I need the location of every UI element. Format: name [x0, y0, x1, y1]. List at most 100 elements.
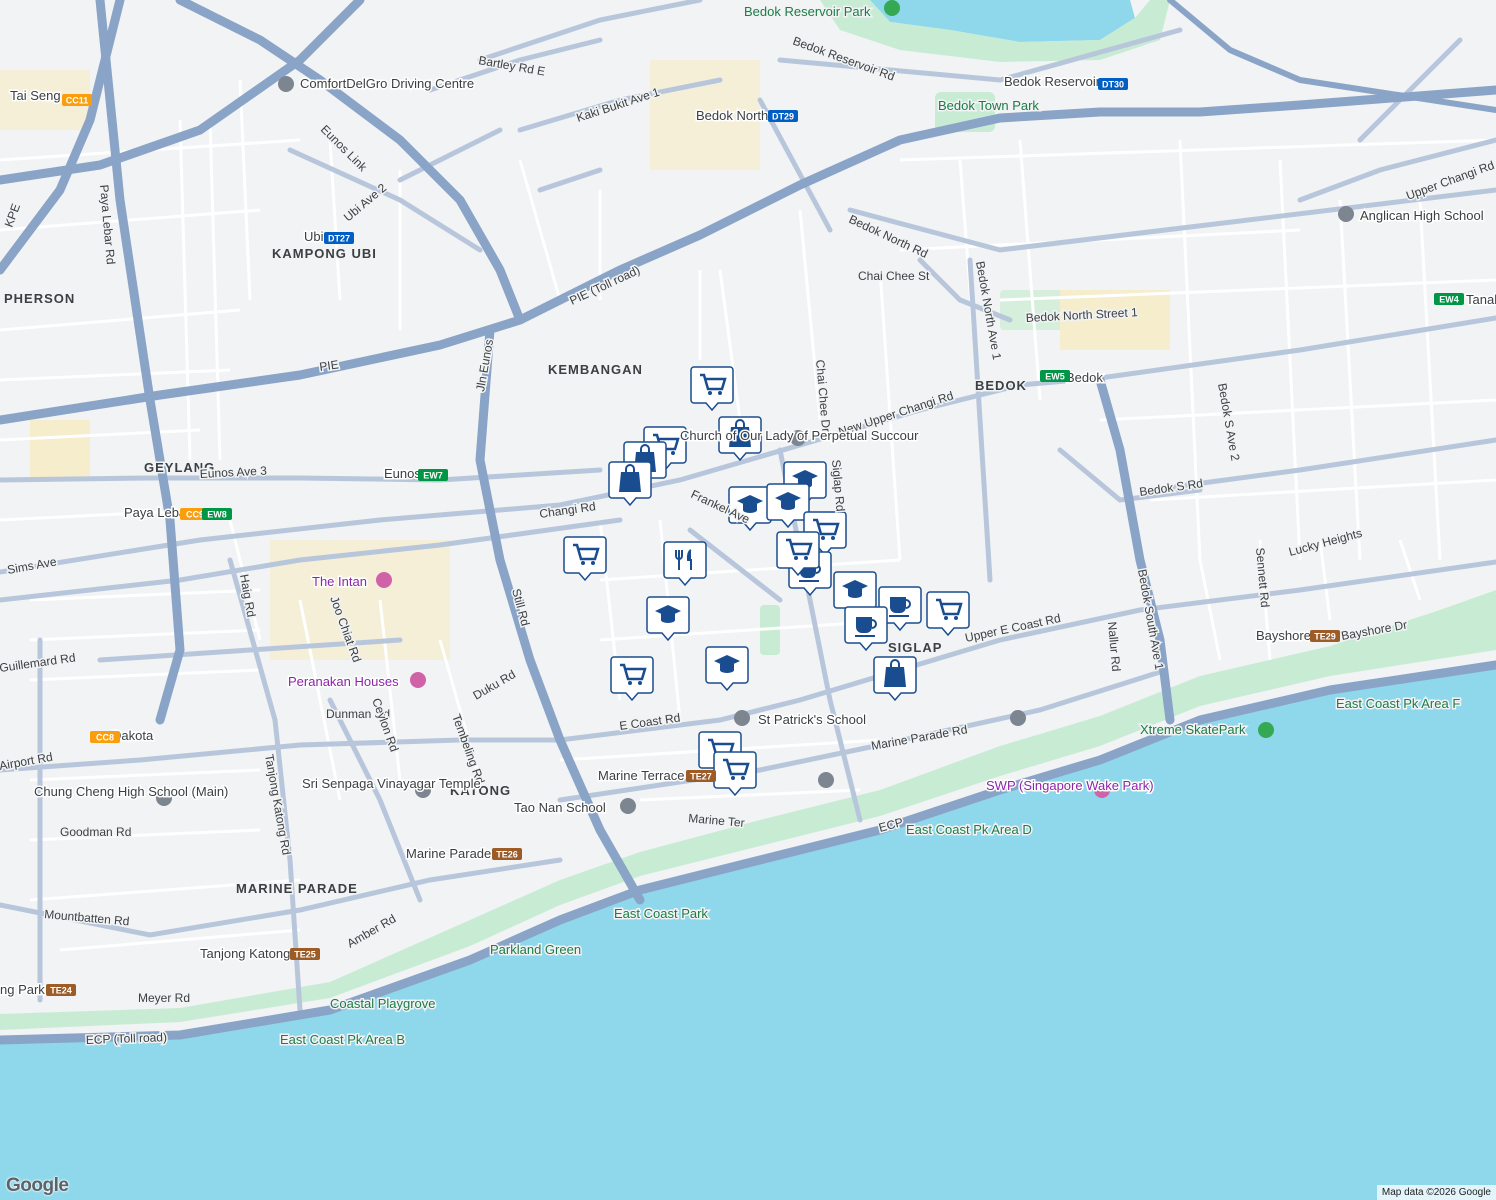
road-label: Kaki Bukit Ave 1 [575, 85, 662, 125]
park-label: Bedok Town Park [938, 98, 1039, 113]
worship-label: Sri Senpaga Vinayagar Temple [302, 776, 481, 791]
coffee-icon [844, 606, 888, 651]
park-label: East Coast Pk Area F [1336, 696, 1460, 711]
school-icon [1010, 710, 1026, 726]
road-label: Changi Rd [538, 499, 596, 521]
park-label: Coastal Playgrove [330, 996, 436, 1011]
school-icon [734, 710, 750, 726]
school-icon [766, 483, 810, 528]
attraction-label: Peranakan Houses [288, 674, 399, 689]
park-label: East Coast Pk Area D [906, 822, 1032, 837]
road-label: Goodman Rd [60, 825, 131, 839]
park-label: East Coast Park [614, 906, 708, 921]
mrt-code: TE27 [690, 772, 712, 782]
mrt-code: TE25 [294, 950, 316, 960]
bag-icon [873, 656, 917, 701]
mrt-code: TE29 [1314, 632, 1336, 642]
road-label: KPE [2, 202, 23, 229]
school-icon [818, 772, 834, 788]
road-label: Chai Chee St [858, 269, 930, 283]
mrt-code: EW7 [423, 471, 443, 481]
mrt-code: EW4 [1439, 295, 1459, 305]
road-label: PIE [318, 357, 339, 374]
school-icon [620, 798, 636, 814]
mrt-code: CC9 [186, 510, 204, 520]
area-label: PHERSON [4, 291, 75, 306]
road-label: Mountbatten Rd [44, 907, 130, 928]
park-label: Parkland Green [490, 942, 581, 957]
road-label: Meyer Rd [138, 991, 190, 1005]
station-label: Tai Seng [10, 88, 61, 103]
mrt-code: DT30 [1102, 80, 1124, 90]
station-label: Eunos [384, 466, 421, 481]
road-label: Marine Parade Rd [870, 722, 968, 753]
school-label: St Patrick's School [758, 712, 866, 727]
road-label: Sennett Rd [1253, 547, 1272, 608]
station-label: Bayshore [1256, 628, 1311, 643]
road-label: Marine Ter [688, 811, 745, 830]
station-label: ng Park [0, 982, 45, 997]
road-label: Bedok S Ave 2 [1215, 382, 1242, 462]
area-label: MARINE PARADE [236, 881, 358, 896]
worship-label: Church of Our Lady of Perpetual Succour [680, 428, 919, 443]
station-label: Tanjong Katong [200, 946, 290, 961]
station-label: Bedok North [696, 108, 768, 123]
map-canvas[interactable]: KEMBANGANGEYLANGKATONGMARINE PARADEKAMPO… [0, 0, 1496, 1200]
cart-icon [563, 536, 607, 581]
bag-icon [608, 461, 652, 506]
area-label: BEDOK [975, 378, 1027, 393]
road-label: Jln Eunos [473, 338, 496, 392]
sea-area [0, 665, 1496, 1200]
road-label: Ubi Ave 2 [341, 180, 389, 224]
fork-knife-icon [663, 541, 707, 586]
road-label: ECP (Toll road) [86, 1030, 168, 1047]
cart-icon [690, 366, 734, 411]
cart-icon [776, 531, 820, 576]
paya-lebar-road [95, 0, 185, 725]
mrt-code: EW5 [1045, 372, 1065, 382]
school-label: Chung Cheng High School (Main) [34, 784, 228, 799]
attraction-icon [410, 672, 426, 688]
poi-label: ComfortDelGro Driving Centre [300, 76, 474, 91]
road-label: Siglap Rd [829, 459, 847, 512]
road-label: Duku Rd [471, 667, 518, 702]
school-icon [646, 596, 690, 641]
park-icon [1258, 722, 1274, 738]
cart-icon [713, 751, 757, 796]
road-label: Chai Chee Dr [813, 359, 833, 433]
road-label: Bedok South Ave 1 [1135, 568, 1167, 671]
mrt-code: EW8 [207, 510, 227, 520]
station-label: Ubi [304, 229, 324, 244]
road-label: Sims Ave [6, 554, 58, 576]
road-label: Amber Rd [345, 911, 399, 950]
mrt-code: TE24 [50, 986, 72, 996]
park-label: Xtreme SkatePark [1140, 722, 1246, 737]
attraction-label: SWP (Singapore Wake Park) [986, 778, 1154, 793]
map-attribution: Map data ©2026 Google [1376, 1185, 1496, 1200]
attraction-icon [376, 572, 392, 588]
road-label: Paya Lebar Rd [97, 184, 118, 265]
park-icon [884, 0, 900, 16]
road-label: Tembeling Rd [449, 712, 487, 786]
road-label: Tanjong Katong Rd [262, 753, 294, 856]
station-label: Bedok [1066, 370, 1103, 385]
station-label: Marine Terrace [598, 768, 684, 783]
cart-icon [926, 591, 970, 636]
mrt-code: DT27 [328, 234, 350, 244]
mrt-code: TE26 [496, 850, 518, 860]
road-label: PIE (Toll road) [567, 263, 642, 308]
attraction-icon [278, 76, 294, 92]
google-logo: Google [6, 1175, 69, 1196]
attraction-label: The Intan [312, 574, 367, 589]
station-label: Bedok Reservoir [1004, 74, 1101, 89]
mrt-code: CC8 [96, 733, 114, 743]
cart-icon [610, 656, 654, 701]
park-label: East Coast Pk Area B [280, 1032, 405, 1047]
area-label: SIGLAP [888, 640, 942, 655]
station-label: Tanah [1466, 292, 1496, 307]
school-label: Tao Nan School [514, 800, 606, 815]
school-icon [1338, 206, 1354, 222]
area-label: KAMPONG UBI [272, 246, 377, 261]
station-label: Marine Parade [406, 846, 491, 861]
mrt-code: CC11 [66, 96, 89, 106]
